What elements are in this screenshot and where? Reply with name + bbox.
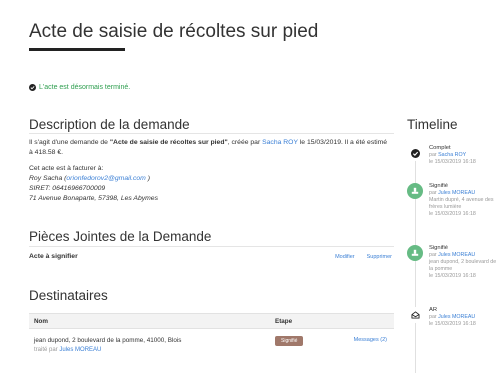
check-circle-icon (29, 84, 36, 91)
billing-email-link[interactable]: orionfedorov2@gmail.com (66, 175, 145, 182)
description-heading: Description de la demande (29, 117, 190, 132)
page-title: Acte de saisie de récoltes sur pied (29, 21, 319, 42)
delete-link[interactable]: Supprimer (367, 254, 392, 260)
modify-link[interactable]: Modifier (335, 254, 355, 260)
timeline-by-prefix: par (429, 152, 439, 158)
treated-prefix: traité par (34, 347, 60, 353)
billing-siret: SIRET: 06416966700009 (29, 185, 106, 192)
billing-name: Roy Sacha ( (29, 175, 67, 182)
messages-link[interactable]: Messages (2) (354, 337, 387, 343)
status-message: L'acte est désormais terminé. (29, 84, 130, 91)
timeline-title: Complet (429, 145, 451, 151)
table-header: Nom Etape (29, 313, 394, 329)
billing-info: Cet acte est à facturer à: Roy Sacha (or… (29, 164, 158, 204)
billing-name-end: ) (145, 175, 150, 182)
timeline-by-prefix: par (429, 314, 439, 320)
description-text: Il s'agit d'une demande de "Acte de sais… (29, 138, 391, 158)
timeline-date: le 15/03/2019 16:18 (429, 211, 476, 217)
timeline-title: Signifié (429, 245, 449, 251)
timeline-date: le 15/03/2019 16:18 (429, 159, 476, 165)
title-underline (29, 48, 125, 51)
timeline-user-link[interactable]: Jules MOREAU (438, 252, 475, 258)
recipient-treated-by: traité par Jules MOREAU (34, 347, 101, 353)
timeline-by-prefix: par (429, 252, 439, 258)
recipients-table: Nom Etape jean dupond, 2 boulevard de la… (29, 313, 394, 361)
timeline-heading: Timeline (407, 117, 458, 132)
timeline-user-link[interactable]: Jules MOREAU (438, 190, 475, 196)
stamp-icon (407, 183, 423, 199)
destinataires-heading: Destinataires (29, 288, 108, 303)
timeline-title: AR (429, 307, 438, 313)
timeline-date: le 15/03/2019 16:18 (429, 321, 476, 327)
column-header-etape: Etape (275, 318, 293, 325)
creator-link[interactable]: Sacha ROY (262, 139, 298, 146)
description-intro-2: , créée par (227, 139, 263, 146)
treated-by-link[interactable]: Jules MOREAU (59, 347, 101, 353)
column-header-nom: Nom (34, 318, 48, 325)
attachment-label: Acte à signifier (29, 253, 78, 260)
table-row: jean dupond, 2 boulevard de la pomme, 41… (29, 329, 394, 361)
divider (29, 133, 394, 134)
recipient-name: jean dupond, 2 boulevard de la pomme, 41… (34, 337, 182, 344)
divider (29, 246, 394, 247)
billing-name-line: Roy Sacha (orionfedorov2@gmail.com ) (29, 174, 158, 184)
description-intro: Il s'agit d'une demande de (29, 139, 110, 146)
timeline-extra: jean dupond, 2 boulevard de la pomme (429, 259, 497, 272)
billing-label: Cet acte est à facturer à: (29, 165, 104, 172)
timeline-date: le 15/03/2019 16:18 (429, 273, 476, 279)
envelope-icon (407, 307, 423, 323)
timeline-extra: Martin dupré, 4 avenue des frères lumièr… (429, 197, 494, 210)
timeline-user-link[interactable]: Sacha ROY (438, 152, 466, 158)
acte-name: "Acte de saisie de récoltes sur pied" (109, 139, 228, 146)
billing-address: 71 Avenue Bonaparte, 57398, Les Abymes (29, 195, 158, 202)
stamp-icon (407, 245, 423, 261)
status-text: L'acte est désormais terminé. (39, 84, 131, 91)
check-icon (407, 145, 423, 161)
timeline-by-prefix: par (429, 190, 439, 196)
pieces-heading: Pièces Jointes de la Demande (29, 229, 212, 244)
timeline-user-link[interactable]: Jules MOREAU (438, 314, 475, 320)
status-badge: Signifié (275, 336, 304, 346)
timeline-title: Signifié (429, 183, 449, 189)
